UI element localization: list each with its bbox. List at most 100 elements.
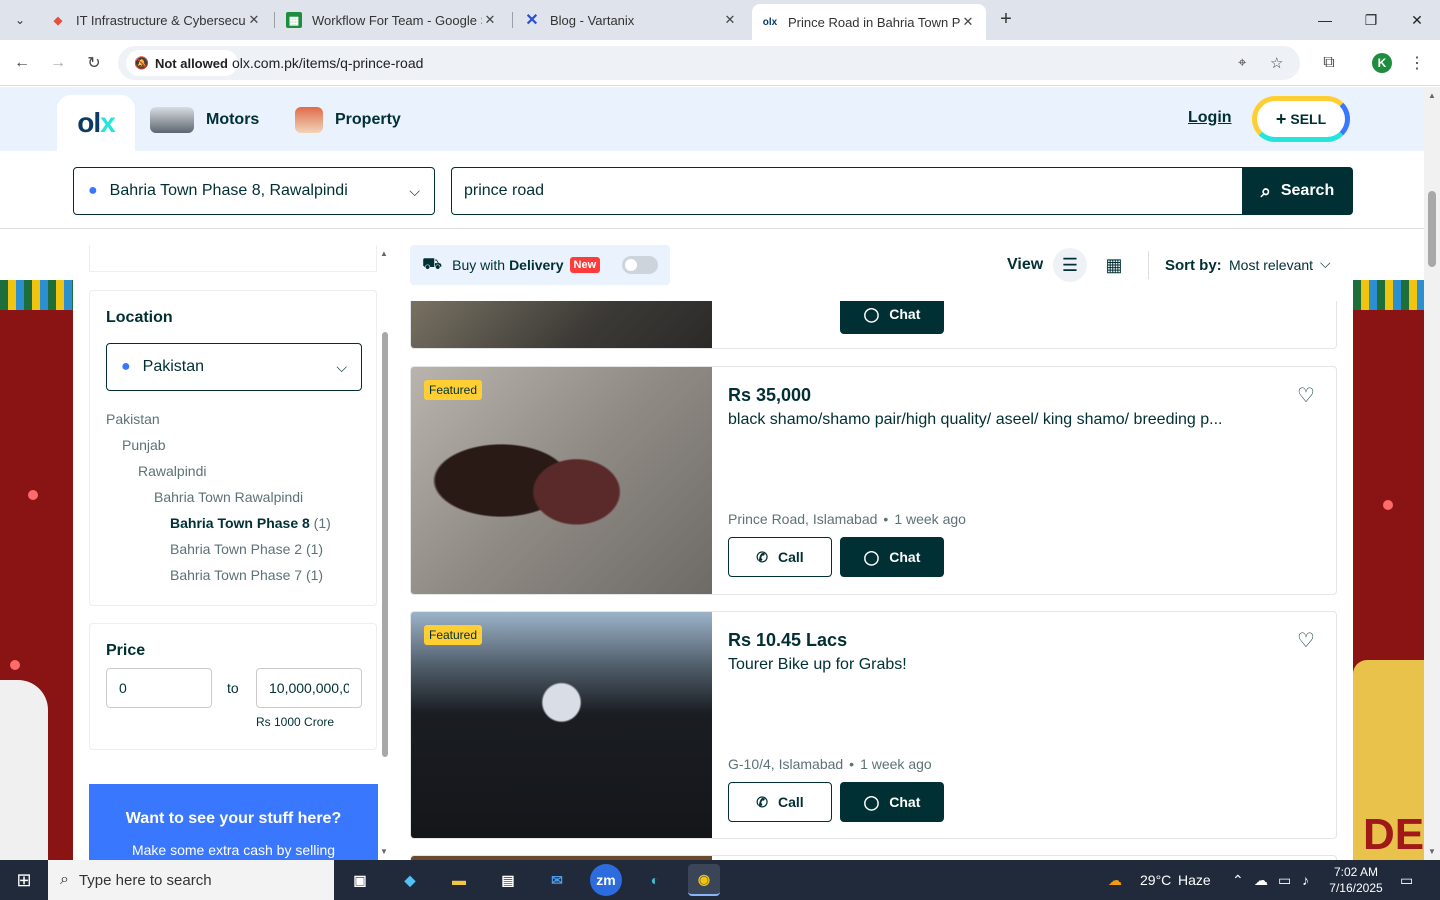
tab-search-chevron-icon[interactable]: ⌄ — [8, 8, 32, 32]
listing-title[interactable]: black shamo/shamo pair/high quality/ ase… — [728, 411, 1258, 429]
bookmark-star-icon[interactable]: ☆ — [1270, 54, 1283, 72]
search-input[interactable] — [451, 167, 1243, 215]
left-ad-banner[interactable] — [0, 280, 73, 860]
close-tab-icon[interactable]: ✕ — [722, 12, 738, 28]
browser-tab-1[interactable]: ◆ IT Infrastructure & Cybersecurit ✕ — [40, 4, 272, 36]
list-view-icon[interactable]: ☰ — [1053, 248, 1087, 282]
chat-button[interactable]: ◯ Chat — [840, 782, 944, 822]
volume-icon[interactable]: ♪ — [1302, 872, 1309, 888]
network-icon[interactable]: ▭ — [1278, 872, 1291, 889]
notification-blocked-icon: 🔕 — [134, 56, 149, 70]
listing-title[interactable]: Tourer Bike up for Grabs! — [728, 656, 1258, 674]
scroll-down-arrow-icon[interactable]: ▼ — [1428, 847, 1436, 856]
price-heading: Price — [106, 642, 146, 659]
extensions-puzzle-icon[interactable]: ⧉ — [1316, 50, 1342, 76]
call-button[interactable]: ✆ Call — [728, 782, 832, 822]
olx-logo-tab[interactable]: olx — [57, 95, 135, 151]
sheets-icon: ▦ — [286, 12, 302, 28]
weather-temp[interactable]: 29°C — [1140, 872, 1171, 888]
chrome-icon[interactable]: ◉ — [688, 864, 720, 896]
scroll-down-arrow-icon[interactable]: ▼ — [380, 847, 388, 856]
tray-chevron-up-icon[interactable]: ⌃ — [1232, 872, 1244, 889]
sell-button[interactable]: + SELL — [1252, 96, 1350, 142]
task-view-icon[interactable]: ▣ — [344, 864, 376, 896]
promo-title: Want to see your stuff here? — [125, 810, 342, 827]
browser-tab-2[interactable]: ▦ Workflow For Team - Google Sh ✕ — [276, 4, 508, 36]
close-window-icon[interactable]: ✕ — [1394, 0, 1440, 40]
edge-icon[interactable]: ◐ — [639, 864, 671, 896]
system-clock[interactable]: 7:02 AM 7/16/2025 — [1318, 864, 1394, 896]
sidebar-scrollbar[interactable]: ▲ ▼ — [378, 245, 392, 860]
app-diamond-icon[interactable]: ◆ — [394, 864, 426, 896]
forward-arrow-icon[interactable]: → — [45, 50, 71, 76]
favorite-heart-icon[interactable]: ♡ — [1297, 383, 1315, 408]
location-tree-pakistan[interactable]: Pakistan — [106, 411, 160, 427]
listing-image[interactable] — [411, 612, 712, 838]
listing-card[interactable]: Featured Rs 10.45 Lacs Tourer Bike up fo… — [410, 611, 1337, 839]
featured-badge: Featured — [424, 625, 483, 645]
location-dropdown[interactable]: ● Bahria Town Phase 8, Rawalpindi ⌵ — [73, 167, 435, 215]
address-bar[interactable]: 🔕 Not allowed olx.com.pk/items/q-prince-… — [118, 46, 1300, 80]
browser-tab-3[interactable]: ✕ Blog - Vartanix ✕ — [514, 4, 748, 36]
login-link[interactable]: Login — [1188, 109, 1232, 127]
close-tab-icon[interactable]: ✕ — [960, 14, 976, 30]
nav-property[interactable]: Property — [295, 107, 401, 133]
sell-promo-box[interactable]: Want to see your stuff here? Make some e… — [89, 784, 378, 860]
nav-motors[interactable]: Motors — [150, 107, 259, 133]
mail-icon[interactable]: ✉ — [541, 864, 573, 896]
page-scroll-thumb[interactable] — [1428, 191, 1436, 267]
search-button[interactable]: ⌕ Search — [1242, 167, 1353, 215]
site-permission-chip[interactable]: 🔕 Not allowed — [126, 50, 238, 76]
location-tree-punjab[interactable]: Punjab — [122, 437, 166, 453]
chat-button[interactable]: ◯ Chat — [840, 537, 944, 577]
location-pin-icon[interactable]: ⌖ — [1238, 54, 1246, 71]
favorite-heart-icon[interactable]: ♡ — [1297, 628, 1315, 653]
location-tree-bahria-phase-8[interactable]: Bahria Town Phase 8 (1) — [170, 515, 331, 531]
sidebar-scroll-thumb[interactable] — [382, 332, 388, 757]
profile-avatar[interactable]: K — [1372, 53, 1392, 73]
restore-icon[interactable]: ❐ — [1348, 0, 1394, 40]
url-text[interactable]: olx.com.pk/items/q-prince-road — [232, 55, 423, 71]
minimize-icon[interactable]: — — [1302, 0, 1348, 40]
weather-icon[interactable]: ☁ — [1108, 872, 1122, 889]
grid-view-icon[interactable]: ▦ — [1097, 248, 1131, 282]
sort-dropdown[interactable]: Most relevant — [1229, 257, 1313, 273]
reload-icon[interactable]: ↻ — [81, 50, 107, 76]
location-tree-rawalpindi[interactable]: Rawalpindi — [138, 463, 206, 479]
file-explorer-icon[interactable]: ▬ — [443, 864, 475, 896]
zoom-icon[interactable]: zm — [590, 864, 622, 896]
right-ad-banner[interactable]: DE — [1353, 280, 1424, 860]
taskbar-search-box[interactable]: ⌕ Type here to search — [48, 860, 334, 900]
price-min-input[interactable] — [106, 668, 212, 708]
listing-toolbar: ⛟ Buy with Delivery New View ☰ ▦ Sort by… — [410, 245, 1337, 301]
location-tree-bahria-phase-7[interactable]: Bahria Town Phase 7 (1) — [170, 567, 323, 583]
page-scrollbar[interactable]: ▲ ▼ — [1424, 87, 1440, 860]
site-header: olx Motors Property Login + SELL — [0, 87, 1424, 151]
location-filter-select[interactable]: ● Pakistan ⌵ — [106, 343, 362, 391]
windows-start-icon[interactable]: ⊞ — [0, 860, 48, 900]
browser-menu-kebab-icon[interactable]: ⋮ — [1404, 50, 1430, 76]
delivery-toggle[interactable] — [622, 256, 658, 274]
listing-image[interactable] — [411, 367, 712, 594]
close-tab-icon[interactable]: ✕ — [246, 12, 262, 28]
view-label: View — [1007, 256, 1044, 273]
price-max-input[interactable] — [256, 668, 362, 708]
location-tree-bahria-phase-2[interactable]: Bahria Town Phase 2 (1) — [170, 541, 323, 557]
close-tab-icon[interactable]: ✕ — [482, 12, 498, 28]
oil-bottle-image: DE — [1353, 660, 1424, 860]
cloud-sync-icon[interactable]: ☁ — [1254, 872, 1268, 889]
truck-icon: ⛟ — [422, 256, 443, 273]
new-tab-plus-icon[interactable]: + — [994, 8, 1018, 32]
back-arrow-icon[interactable]: ← — [9, 50, 35, 76]
store-icon[interactable]: ▤ — [492, 864, 524, 896]
chevron-down-icon[interactable]: ⌵ — [1320, 255, 1331, 272]
scroll-up-arrow-icon[interactable]: ▲ — [380, 249, 388, 258]
browser-tab-4-active[interactable]: olx Prince Road in Bahria Town Pha ✕ — [752, 4, 986, 40]
call-button[interactable]: ✆ Call — [728, 537, 832, 577]
listing-card[interactable]: Featured Rs 35,000 black shamo/shamo pai… — [410, 366, 1337, 595]
delivery-filter[interactable]: ⛟ Buy with Delivery New — [410, 245, 670, 285]
weather-text[interactable]: Haze — [1178, 872, 1211, 888]
location-tree-bahria-town-rawalpindi[interactable]: Bahria Town Rawalpindi — [154, 489, 303, 505]
notifications-icon[interactable]: ▭ — [1400, 872, 1413, 889]
scroll-up-arrow-icon[interactable]: ▲ — [1428, 91, 1436, 100]
